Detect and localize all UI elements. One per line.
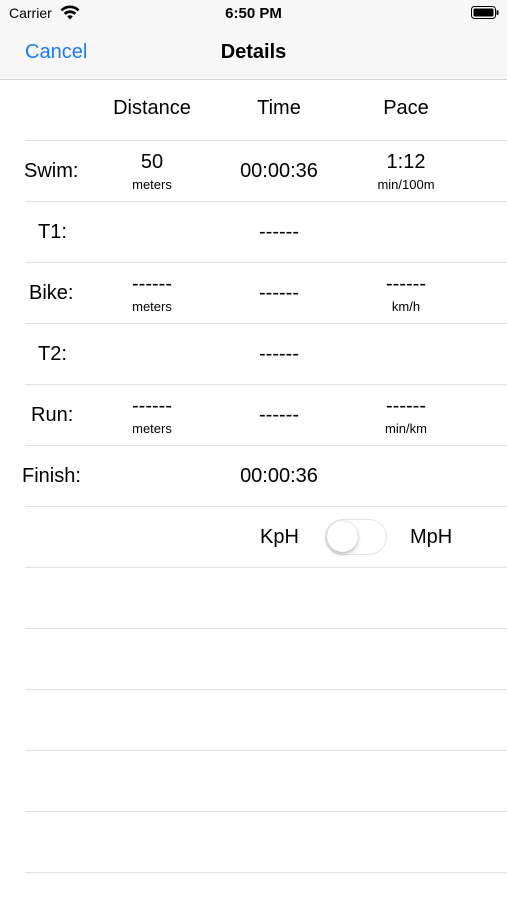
kph-label: KpH bbox=[260, 526, 299, 548]
run-distance-unit: meters bbox=[132, 421, 172, 436]
run-pace-value: ------ bbox=[386, 395, 426, 417]
bike-distance-unit: meters bbox=[132, 299, 172, 314]
toggle-knob bbox=[327, 521, 358, 552]
t2-time-value: ------ bbox=[259, 343, 299, 365]
table-row-t1: T1: ------ bbox=[25, 202, 507, 263]
empty-row bbox=[25, 629, 507, 690]
t1-time-value: ------ bbox=[259, 221, 299, 243]
empty-row bbox=[25, 568, 507, 629]
swim-pace-unit: min/100m bbox=[377, 177, 435, 192]
table-row-t2: T2: ------ bbox=[25, 324, 507, 385]
status-bar: Carrier 6:50 PM bbox=[0, 0, 507, 28]
page-title: Details bbox=[220, 41, 287, 63]
column-header-pace: Pace bbox=[383, 97, 429, 119]
row-label-bike: Bike: bbox=[29, 282, 74, 304]
table-row-bike: Bike: ------ meters ------ ------ km/h bbox=[25, 263, 507, 324]
details-table: Distance Time Pace Swim: 50 meters 00:00… bbox=[0, 80, 507, 873]
bike-pace-unit: km/h bbox=[391, 299, 421, 314]
swim-time-value: 00:00:36 bbox=[240, 160, 318, 182]
row-label-t2: T2: bbox=[38, 343, 67, 365]
empty-row bbox=[25, 751, 507, 812]
bike-pace-value: ------ bbox=[386, 273, 426, 295]
table-row-finish: Finish: 00:00:36 bbox=[22, 446, 507, 507]
run-pace-unit: min/km bbox=[385, 421, 427, 436]
empty-row bbox=[25, 690, 507, 751]
row-label-run: Run: bbox=[31, 404, 74, 426]
navigation-bar: Cancel Details bbox=[0, 28, 507, 80]
column-header-time: Time bbox=[257, 97, 301, 119]
status-time: 6:50 PM bbox=[225, 5, 282, 22]
table-row-run: Run: ------ meters ------ ------ min/km bbox=[25, 385, 507, 446]
units-toggle-switch[interactable] bbox=[325, 519, 387, 555]
bike-distance-value: ------ bbox=[132, 273, 172, 295]
units-toggle-row: KpH MpH bbox=[25, 507, 507, 568]
battery-icon bbox=[471, 6, 499, 19]
empty-row bbox=[25, 812, 507, 873]
finish-time-value: 00:00:36 bbox=[240, 465, 318, 487]
table-row-swim: Swim: 50 meters 00:00:36 1:12 min/100m bbox=[24, 141, 507, 202]
swim-distance-unit: meters bbox=[132, 177, 172, 192]
bike-time-value: ------ bbox=[259, 282, 299, 304]
run-distance-value: ------ bbox=[132, 395, 172, 417]
mph-label: MpH bbox=[410, 526, 453, 548]
swim-distance-value: 50 bbox=[140, 151, 164, 173]
row-label-finish: Finish: bbox=[22, 465, 81, 487]
swim-pace-value: 1:12 bbox=[386, 151, 426, 173]
column-header-distance: Distance bbox=[113, 97, 191, 119]
header-row: Distance Time Pace bbox=[25, 80, 507, 141]
row-label-swim: Swim: bbox=[24, 160, 79, 182]
row-label-t1: T1: bbox=[38, 221, 67, 243]
run-time-value: ------ bbox=[259, 404, 299, 426]
